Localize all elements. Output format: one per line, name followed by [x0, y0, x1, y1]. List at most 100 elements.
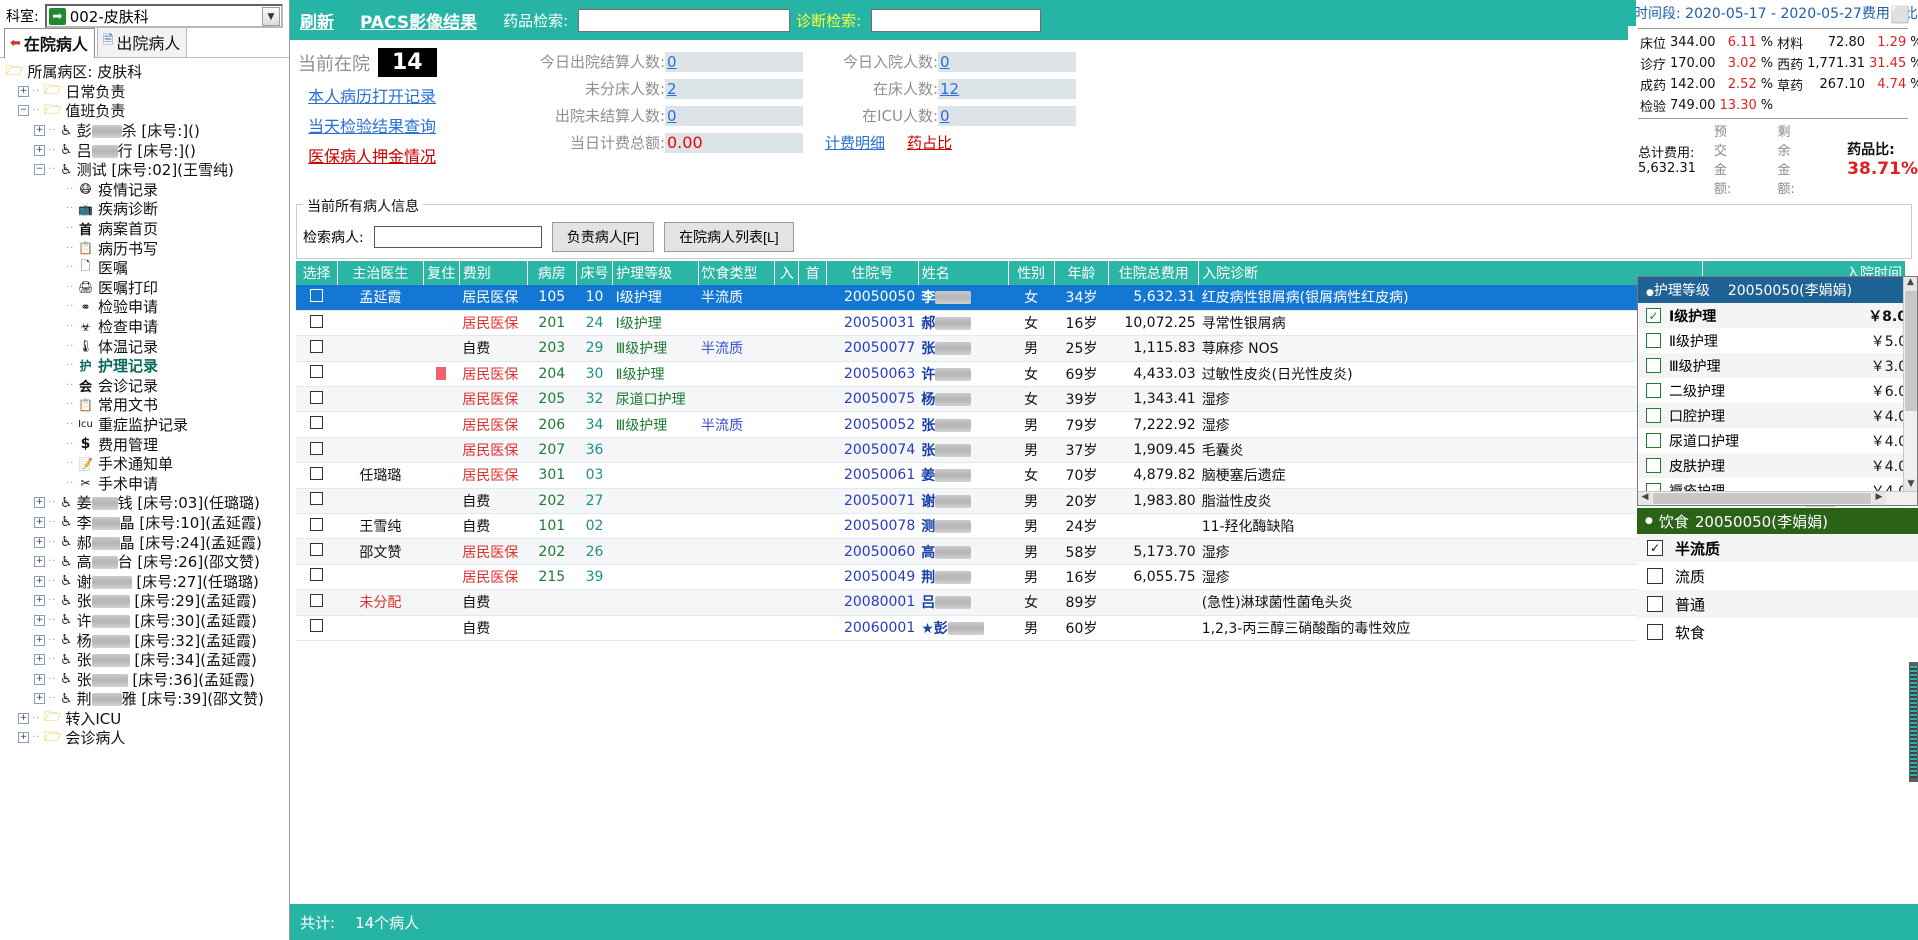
- checkbox-icon[interactable]: ✓: [1647, 540, 1663, 556]
- diet-option-row[interactable]: 普通: [1637, 590, 1918, 618]
- row-checkbox[interactable]: [296, 462, 338, 489]
- tree-group-duty[interactable]: − ·· 🗁 值班负责: [4, 101, 289, 121]
- tree-patient[interactable]: + ·· ♿ 姜钱 [床号:03](任璐璐): [4, 493, 289, 513]
- sidebar-item-diagnosis[interactable]: ·· 📺 疾病诊断: [4, 199, 289, 219]
- sidebar-item-surgery-notice[interactable]: ·· 📝 手术通知单: [4, 454, 289, 474]
- tree-folder-consult[interactable]: + ·· 🗁 会诊病人: [4, 728, 289, 748]
- scroll-left-icon[interactable]: ◀: [1638, 492, 1652, 505]
- sidebar-item-consult-record[interactable]: ·· 会 会诊记录: [4, 376, 289, 396]
- tree-patient[interactable]: + ·· ♿ 李晶 [床号:10](孟延霞): [4, 513, 289, 533]
- row-checkbox[interactable]: [296, 285, 338, 311]
- tree-patient[interactable]: + ·· ♿ 张 [床号:29](孟延霞): [4, 591, 289, 611]
- sidebar-item-orders[interactable]: ·· 🗋 医嘱: [4, 258, 289, 278]
- sidebar-item-common-docs[interactable]: ·· 📋 常用文书: [4, 395, 289, 415]
- tree-patient[interactable]: + ·· ♿ 杨 [床号:32](孟延霞): [4, 630, 289, 650]
- row-checkbox[interactable]: [296, 488, 338, 515]
- checkbox-icon[interactable]: [1646, 433, 1661, 448]
- expand-plus-icon[interactable]: +: [18, 85, 29, 97]
- nursing-option-row[interactable]: Ⅱ级护理 ￥5.0: [1638, 328, 1917, 353]
- row-checkbox[interactable]: [296, 310, 338, 337]
- drug-ratio-link[interactable]: 药占比: [907, 132, 952, 153]
- sidebar-item-surgery-request[interactable]: ·· ✂ 手术申请: [4, 473, 289, 493]
- sidebar-item-first-page[interactable]: ·· 首 病案首页: [4, 219, 289, 239]
- expand-plus-icon[interactable]: +: [34, 654, 45, 666]
- col-doctor[interactable]: 主治医生: [337, 261, 424, 285]
- col-in[interactable]: 入: [774, 261, 800, 285]
- stat-link[interactable]: 0: [667, 53, 677, 71]
- billing-detail-link[interactable]: 计费明细: [825, 132, 885, 153]
- expand-plus-icon[interactable]: +: [34, 125, 45, 137]
- expand-plus-icon[interactable]: +: [18, 712, 29, 724]
- scroll-right-icon[interactable]: ▶: [1872, 492, 1886, 505]
- col-readmit[interactable]: 复住: [423, 261, 460, 285]
- col-sex[interactable]: 性别: [1008, 261, 1055, 285]
- tree-patient[interactable]: + ·· ♿ 张 [床号:36](孟延霞): [4, 669, 289, 689]
- stat-link[interactable]: 0: [940, 107, 950, 125]
- sidebar-item-fee-management[interactable]: ·· $ 费用管理: [4, 434, 289, 454]
- expand-plus-icon[interactable]: +: [34, 614, 45, 626]
- row-checkbox[interactable]: [296, 589, 338, 616]
- expand-plus-icon[interactable]: +: [34, 634, 45, 646]
- collapse-minus-icon[interactable]: −: [18, 105, 29, 117]
- row-checkbox[interactable]: [296, 538, 338, 565]
- sidebar-item-record-writing[interactable]: ·· 📋 病历书写: [4, 238, 289, 258]
- col-total-fee[interactable]: 住院总费用: [1108, 261, 1200, 285]
- sidebar-item-epidemic[interactable]: ·· 😷 疫情记录: [4, 180, 289, 200]
- row-checkbox[interactable]: [296, 386, 338, 413]
- col-name[interactable]: 姓名: [918, 261, 1009, 285]
- expand-plus-icon[interactable]: +: [34, 673, 45, 685]
- tree-patient[interactable]: + ·· ♿ 彭杀 [床号:](): [4, 121, 289, 141]
- link-insurance-deposit[interactable]: 医保病人押金情况: [308, 143, 444, 167]
- nursing-horizontal-scrollbar[interactable]: ◀ ▶: [1638, 491, 1917, 505]
- col-admission-no[interactable]: 住院号: [826, 261, 919, 285]
- expand-plus-icon[interactable]: +: [34, 595, 45, 607]
- diagnosis-search-input[interactable]: [871, 8, 1042, 32]
- row-checkbox[interactable]: [296, 361, 338, 388]
- collapse-minus-icon[interactable]: −: [34, 164, 45, 176]
- tree-patient[interactable]: + ·· ♿ 许 [床号:30](孟延霞): [4, 611, 289, 631]
- checkbox-icon[interactable]: [1646, 458, 1661, 473]
- expand-plus-icon[interactable]: +: [34, 575, 45, 587]
- col-fee-type[interactable]: 费别: [459, 261, 528, 285]
- patient-search-input[interactable]: [373, 226, 542, 248]
- checkbox-icon[interactable]: [1646, 333, 1661, 348]
- col-bed[interactable]: 床号: [576, 261, 614, 285]
- nursing-vertical-scrollbar[interactable]: ▲ ▼: [1903, 277, 1917, 493]
- checkbox-icon[interactable]: [1647, 596, 1663, 612]
- expand-plus-icon[interactable]: +: [18, 732, 29, 744]
- col-ward[interactable]: 病房: [527, 261, 577, 285]
- diet-option-row[interactable]: ✓ 半流质: [1637, 534, 1918, 562]
- expand-plus-icon[interactable]: +: [34, 516, 45, 528]
- nursing-option-row[interactable]: ✓ Ⅰ级护理 ￥8.0: [1638, 303, 1917, 328]
- diet-option-row[interactable]: 软食: [1637, 618, 1918, 646]
- scroll-up-icon[interactable]: ▲: [1904, 277, 1917, 291]
- tree-patient-selected[interactable]: − ·· ♿ 测试 [床号:02](王雪纯): [4, 160, 289, 180]
- my-patients-button[interactable]: 负责病人[F]: [551, 222, 655, 252]
- expand-plus-icon[interactable]: +: [34, 536, 45, 548]
- col-first[interactable]: 首: [798, 261, 827, 285]
- sidebar-item-icu-record[interactable]: ·· Icu 重症监护记录: [4, 415, 289, 435]
- nursing-option-row[interactable]: 口腔护理 ￥4.0: [1638, 403, 1917, 428]
- sidebar-item-exam-request[interactable]: ·· ☣ 检查申请: [4, 317, 289, 337]
- tab-discharged[interactable]: 🗎 出院病人: [96, 27, 188, 57]
- row-checkbox[interactable]: [296, 513, 338, 540]
- link-today-lab-results[interactable]: 当天检验结果查询: [308, 113, 444, 137]
- link-my-record-open[interactable]: 本人病历打开记录: [308, 83, 444, 107]
- all-inpatients-button[interactable]: 在院病人列表[L]: [664, 222, 794, 252]
- sidebar-item-temperature[interactable]: ·· 🌡 体温记录: [4, 336, 289, 356]
- expand-plus-icon[interactable]: +: [34, 556, 45, 568]
- tree-patient[interactable]: + ·· ♿ 张 [床号:34](孟延霞): [4, 650, 289, 670]
- nursing-option-row[interactable]: 二级护理 ￥6.0: [1638, 378, 1917, 403]
- tree-patient[interactable]: + ·· ♿ 郝晶 [床号:24](孟延霞): [4, 532, 289, 552]
- tree-patient[interactable]: + ·· ♿ 谢 [床号:27](任璐璐): [4, 571, 289, 591]
- diet-option-row[interactable]: 流质: [1637, 562, 1918, 590]
- stat-link[interactable]: 0: [667, 107, 677, 125]
- sidebar-item-lab-request[interactable]: ·· ⚭ 检验申请: [4, 297, 289, 317]
- row-checkbox[interactable]: [296, 335, 338, 362]
- row-checkbox[interactable]: [296, 437, 338, 464]
- chevron-down-icon[interactable]: ▼: [262, 7, 280, 26]
- col-select[interactable]: 选择: [296, 261, 339, 285]
- tree-patient[interactable]: + ·· ♿ 高台 [床号:26](邵文赞): [4, 552, 289, 572]
- department-select[interactable]: ➡ 002-皮肤科 ▼: [44, 4, 283, 28]
- row-checkbox[interactable]: [296, 615, 338, 641]
